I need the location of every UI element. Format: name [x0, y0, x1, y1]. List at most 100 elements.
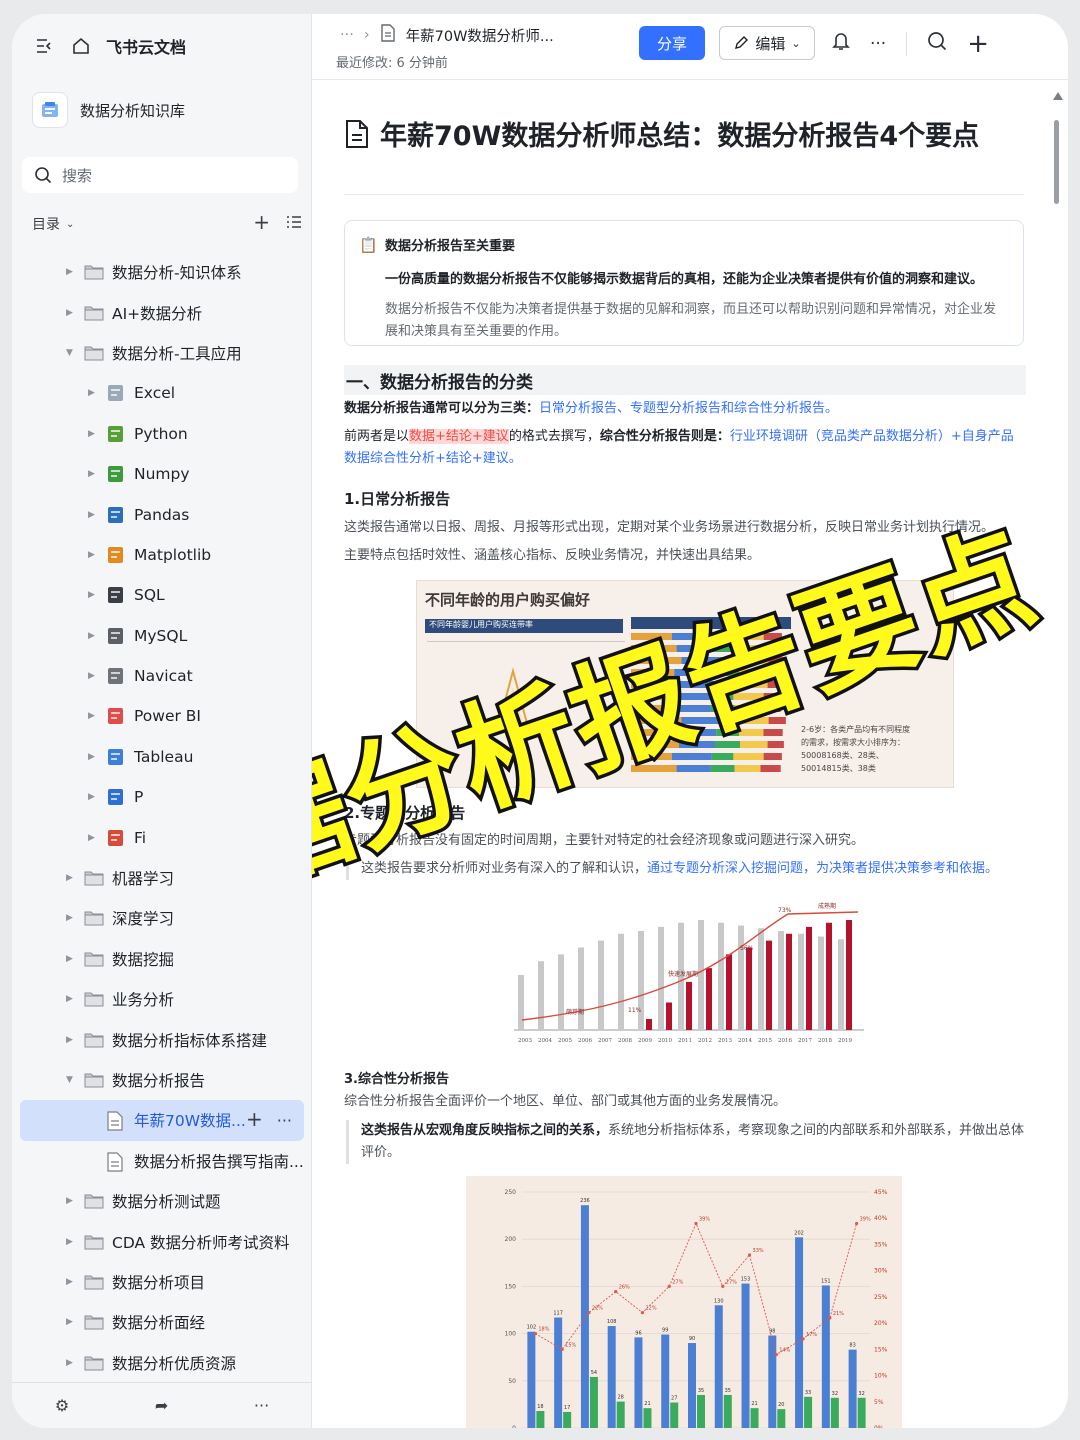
more-icon[interactable]: ··· — [277, 1111, 292, 1130]
sidebar-item[interactable]: ▶ Tableau — [12, 737, 312, 777]
expand-right-icon[interactable]: ▶ — [66, 954, 76, 964]
sidebar-item[interactable]: ▶ SQL — [12, 575, 312, 615]
expand-right-icon[interactable]: ▶ — [88, 752, 98, 762]
sidebar-item[interactable]: ▶ AI+数据分析 — [12, 292, 312, 332]
expand-right-icon[interactable]: ▶ — [66, 1035, 76, 1045]
sidebar-item[interactable]: ▶ Navicat — [12, 656, 312, 696]
expand-right-icon[interactable]: ▶ — [66, 308, 76, 318]
expand-right-icon[interactable]: ▶ — [88, 429, 98, 439]
sidebar-item-label: 数据分析-工具应用 — [112, 344, 242, 363]
more-icon[interactable]: ··· — [870, 34, 886, 54]
breadcrumb: ··· › 年薪70W数据分析师... — [340, 24, 554, 46]
expand-right-icon[interactable]: ▶ — [88, 510, 98, 520]
bar-green — [536, 1411, 545, 1428]
expand-right-icon[interactable]: ▶ — [88, 550, 98, 560]
sidebar-item[interactable]: ▶ 数据分析指标体系搭建 — [12, 1019, 312, 1059]
sidebar-item[interactable]: ▶ CDA 数据分析师考试资料 — [12, 1221, 312, 1261]
sidebar-item[interactable]: ▶ Matplotlib — [12, 535, 312, 575]
expand-right-icon[interactable]: ▶ — [66, 1358, 76, 1368]
doc-header: ··· › 年薪70W数据分析师... 最近修改: 6 分钟前 分享 编辑 ⌄ … — [312, 14, 1068, 80]
share-button[interactable]: 分享 — [639, 26, 705, 60]
expand-right-icon[interactable]: ▶ — [88, 631, 98, 641]
sidebar-item[interactable]: ▶ Excel — [12, 373, 312, 413]
sidebar-item[interactable]: ▶ P — [12, 777, 312, 817]
sidebar-item[interactable]: ▼ 数据分析报告 — [12, 1060, 312, 1100]
toc-label[interactable]: 目录 — [32, 214, 60, 234]
sidebar-item[interactable]: ▶ 数据分析面经 — [12, 1302, 312, 1342]
sidebar-item[interactable]: ▶ 数据分析-知识体系 — [12, 252, 312, 292]
sidebar-item-label: 数据分析优质资源 — [112, 1354, 237, 1373]
add-icon[interactable]: + — [253, 212, 270, 233]
line-chart-icon — [106, 707, 126, 725]
expand-right-icon[interactable]: ▶ — [66, 1237, 76, 1247]
search-icon[interactable] — [927, 31, 947, 56]
lifecycle-bar-chart[interactable]: 2003 2004 2005 2006 2007 2008 2009 2010 2011 2012… — [508, 892, 868, 1052]
expand-right-icon[interactable]: ▶ — [88, 711, 98, 721]
list-icon[interactable] — [286, 215, 302, 233]
scrollbar[interactable] — [1052, 90, 1063, 1420]
bar-green — [697, 1394, 705, 1428]
expand-right-icon[interactable]: ▶ — [66, 873, 76, 883]
sidebar-item[interactable]: ▶ Power BI — [12, 696, 312, 736]
sidebar-item[interactable]: ▶ 数据挖掘 — [12, 939, 312, 979]
sidebar-item[interactable]: ▶ Numpy — [12, 454, 312, 494]
sidebar-item[interactable]: ▶ 数据分析测试题 — [12, 1181, 312, 1221]
knowledge-base-header[interactable]: 数据分析知识库 — [32, 92, 185, 128]
sidebar-item[interactable]: ▶ Pandas — [12, 494, 312, 534]
sidebar-item[interactable]: ▶ MySQL — [12, 616, 312, 656]
expand-right-icon[interactable]: ▶ — [88, 833, 98, 843]
sidebar-item[interactable]: ▶ 数据分析优质资源 — [12, 1343, 312, 1383]
sidebar-item[interactable]: ▶ Fi — [12, 817, 312, 857]
expand-right-icon[interactable]: ▶ — [66, 994, 76, 1004]
last-modified: 最近修改: 6 分钟前 — [336, 56, 448, 71]
scroll-thumb[interactable] — [1054, 120, 1059, 204]
expand-right-icon[interactable]: ▶ — [88, 388, 98, 398]
settings-gear-icon[interactable]: ⚙ — [55, 1396, 69, 1415]
sidebar-item[interactable]: ▶ 深度学习 — [12, 898, 312, 938]
data-label: 90 — [689, 1336, 695, 1342]
section-heading: 一、数据分析报告的分类 — [344, 365, 1026, 395]
combo-bar-line-chart[interactable]: 0 50 100 150 200 250 0% 5% 10% 15% 20% 25% 30% 35% 40%… — [466, 1176, 902, 1428]
search-input[interactable]: 搜索 — [22, 157, 298, 193]
chevron-down-icon[interactable]: ⌄ — [66, 219, 74, 230]
sidebar-item[interactable]: 数据分析报告撰写指南... — [12, 1141, 312, 1181]
expand-right-icon[interactable]: ▶ — [66, 913, 76, 923]
expand-right-icon[interactable]: ▶ — [66, 1196, 76, 1206]
expand-right-icon[interactable]: ▶ — [88, 671, 98, 681]
expand-right-icon[interactable]: ▶ — [88, 469, 98, 479]
doc-body[interactable]: 年薪70W数据分析师总结：数据分析报告4个要点 📋 数据分析报告至关重要 一份高… — [312, 80, 1052, 1428]
add-icon[interactable]: + — [246, 1109, 263, 1130]
bar-gray — [738, 925, 744, 1030]
more-icon[interactable]: ··· — [254, 1396, 269, 1415]
bell-icon[interactable] — [832, 31, 850, 56]
sidebar-item[interactable]: ▶ Python — [12, 414, 312, 454]
breadcrumb-title[interactable]: 年薪70W数据分析师... — [406, 25, 554, 46]
breadcrumb-ellipsis[interactable]: ··· — [340, 27, 354, 43]
share-out-icon[interactable]: ➦ — [155, 1396, 168, 1415]
sidebar-item[interactable]: ▶ 业务分析 — [12, 979, 312, 1019]
collapse-sidebar-icon[interactable] — [34, 35, 56, 57]
y-tick-label: 250 — [505, 1189, 517, 1196]
sidebar-item[interactable]: 年薪70W数据... + ··· — [20, 1100, 304, 1141]
sidebar-item[interactable]: ▶ 机器学习 — [12, 858, 312, 898]
sidebar-item[interactable]: ▶ 数据分析项目 — [12, 1262, 312, 1302]
scroll-up-arrow-icon[interactable] — [1053, 92, 1063, 100]
add-icon[interactable]: + — [967, 31, 989, 57]
data-label: 54 — [591, 1370, 597, 1376]
bar-blue — [580, 1205, 589, 1428]
folder-icon — [84, 869, 104, 887]
data-label: 21 — [751, 1401, 757, 1407]
expand-right-icon[interactable]: ▶ — [66, 1277, 76, 1287]
expand-right-icon[interactable]: ▶ — [66, 1317, 76, 1327]
expand-right-icon[interactable]: ▶ — [88, 792, 98, 802]
expand-right-icon[interactable]: ▶ — [88, 590, 98, 600]
edit-button[interactable]: 编辑 ⌄ — [719, 26, 815, 60]
x-tick-label: 2015 — [758, 1038, 772, 1044]
expand-down-icon[interactable]: ▼ — [66, 348, 76, 358]
expand-right-icon[interactable]: ▶ — [66, 267, 76, 277]
expand-down-icon[interactable]: ▼ — [66, 1075, 76, 1085]
app-name[interactable]: 飞书云文档 — [106, 34, 186, 58]
sidebar-item-label: Matplotlib — [134, 545, 212, 564]
home-icon[interactable] — [70, 35, 92, 57]
sidebar-item[interactable]: ▼ 数据分析-工具应用 — [12, 333, 312, 373]
